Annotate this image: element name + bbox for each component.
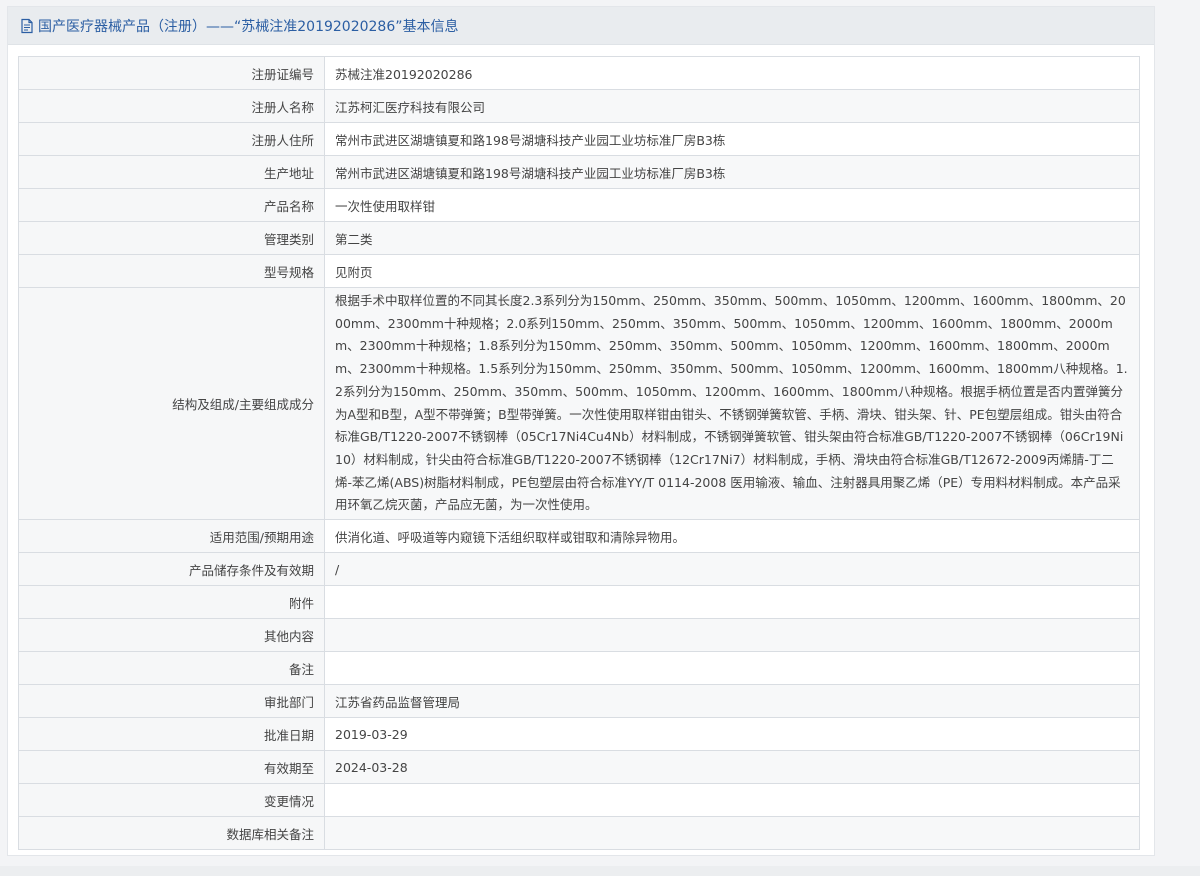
row-label: 注册人名称	[18, 89, 325, 123]
row-label: 注册人住所	[18, 122, 325, 156]
row-value: 见附页	[324, 254, 1140, 288]
row-label: 产品储存条件及有效期	[18, 552, 325, 586]
document-icon	[20, 18, 34, 34]
table-row: 备注	[18, 651, 1140, 685]
row-label: 结构及组成/主要组成成分	[18, 287, 325, 520]
row-label: 注册证编号	[18, 56, 325, 90]
row-value: 根据手术中取样位置的不同其长度2.3系列分为150mm、250mm、350mm、…	[324, 287, 1140, 520]
page: 国产医疗器械产品（注册）——“苏械注准20192020286”基本信息 注册证编…	[0, 0, 1200, 876]
row-value: 江苏柯汇医疗科技有限公司	[324, 89, 1140, 123]
info-table: 注册证编号 苏械注准20192020286 注册人名称 江苏柯汇医疗科技有限公司…	[18, 56, 1140, 850]
table-row: 有效期至 2024-03-28	[18, 750, 1140, 784]
row-label: 适用范围/预期用途	[18, 519, 325, 553]
table-row: 注册人名称 江苏柯汇医疗科技有限公司	[18, 89, 1140, 123]
row-value: 江苏省药品监督管理局	[324, 684, 1140, 718]
row-label: 管理类别	[18, 221, 325, 255]
table-row: 批准日期 2019-03-29	[18, 717, 1140, 751]
row-label: 产品名称	[18, 188, 325, 222]
table-row: 附件	[18, 585, 1140, 619]
table-row: 数据库相关备注	[18, 816, 1140, 850]
table-row: 管理类别 第二类	[18, 221, 1140, 255]
row-label: 型号规格	[18, 254, 325, 288]
table-row: 适用范围/预期用途 供消化道、呼吸道等内窥镜下活组织取样或钳取和清除异物用。	[18, 519, 1140, 553]
info-panel: 国产医疗器械产品（注册）——“苏械注准20192020286”基本信息 注册证编…	[7, 6, 1155, 856]
table-row: 结构及组成/主要组成成分 根据手术中取样位置的不同其长度2.3系列分为150mm…	[18, 287, 1140, 520]
row-label: 批准日期	[18, 717, 325, 751]
row-value	[324, 783, 1140, 817]
row-value: 苏械注准20192020286	[324, 56, 1140, 90]
row-label: 生产地址	[18, 155, 325, 189]
row-value: 第二类	[324, 221, 1140, 255]
row-value	[324, 585, 1140, 619]
row-value: /	[324, 552, 1140, 586]
table-row: 产品储存条件及有效期 /	[18, 552, 1140, 586]
table-row: 其他内容	[18, 618, 1140, 652]
row-value: 一次性使用取样钳	[324, 188, 1140, 222]
table-row: 生产地址 常州市武进区湖塘镇夏和路198号湖塘科技产业园工业坊标准厂房B3栋	[18, 155, 1140, 189]
row-label: 数据库相关备注	[18, 816, 325, 850]
row-label: 备注	[18, 651, 325, 685]
row-value: 供消化道、呼吸道等内窥镜下活组织取样或钳取和清除异物用。	[324, 519, 1140, 553]
table-row: 变更情况	[18, 783, 1140, 817]
row-label: 其他内容	[18, 618, 325, 652]
panel-header: 国产医疗器械产品（注册）——“苏械注准20192020286”基本信息	[8, 7, 1154, 45]
row-label: 变更情况	[18, 783, 325, 817]
page-title: 国产医疗器械产品（注册）——“苏械注准20192020286”基本信息	[38, 18, 459, 35]
row-value: 2024-03-28	[324, 750, 1140, 784]
table-row: 注册人住所 常州市武进区湖塘镇夏和路198号湖塘科技产业园工业坊标准厂房B3栋	[18, 122, 1140, 156]
bottom-divider	[0, 866, 1200, 876]
row-value	[324, 618, 1140, 652]
table-row: 产品名称 一次性使用取样钳	[18, 188, 1140, 222]
row-value: 常州市武进区湖塘镇夏和路198号湖塘科技产业园工业坊标准厂房B3栋	[324, 122, 1140, 156]
row-value	[324, 651, 1140, 685]
row-value: 常州市武进区湖塘镇夏和路198号湖塘科技产业园工业坊标准厂房B3栋	[324, 155, 1140, 189]
row-value	[324, 816, 1140, 850]
row-label: 审批部门	[18, 684, 325, 718]
row-value: 2019-03-29	[324, 717, 1140, 751]
row-label: 附件	[18, 585, 325, 619]
row-label: 有效期至	[18, 750, 325, 784]
table-row: 型号规格 见附页	[18, 254, 1140, 288]
table-row: 审批部门 江苏省药品监督管理局	[18, 684, 1140, 718]
table-row: 注册证编号 苏械注准20192020286	[18, 56, 1140, 90]
